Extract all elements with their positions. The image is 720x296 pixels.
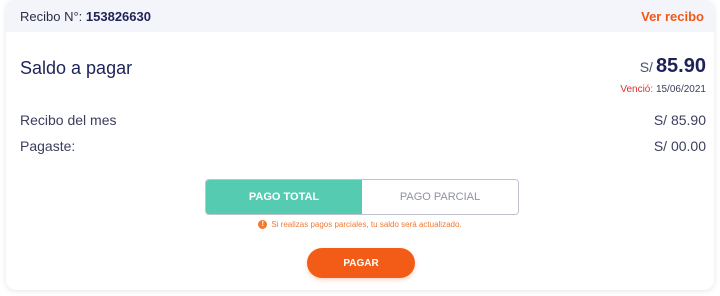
month-receipt-label: Recibo del mes	[20, 112, 117, 128]
due-label: Venció:	[620, 84, 654, 95]
amount-value: 85.90	[655, 55, 706, 77]
partial-payment-option[interactable]: PAGO PARCIAL	[362, 180, 518, 214]
currency-symbol: S/	[639, 59, 653, 75]
receipt-number: 153826630	[85, 9, 151, 24]
view-receipt-link[interactable]: Ver recibo	[641, 9, 704, 24]
paid-label: Pagaste:	[20, 138, 76, 154]
note-text: Si realizas pagos parciales, tu saldo se…	[271, 220, 462, 229]
receipt-label-text: Recibo N°:	[20, 9, 83, 24]
receipt-number-label: Recibo N°: 153826630	[20, 9, 151, 24]
payment-card: Recibo N°: 153826630 Ver recibo Saldo a …	[6, 0, 714, 290]
paid-value: S/ 00.00	[653, 138, 706, 154]
partial-payment-note: ! Si realizas pagos parciales, tu saldo …	[6, 220, 714, 229]
due-date-value: 15/06/2021	[655, 84, 706, 95]
exclamation-icon: !	[258, 220, 268, 229]
payment-type-toggle: PAGO TOTAL PAGO PARCIAL	[205, 179, 519, 215]
balance-amount: S/85.90	[640, 55, 706, 78]
month-receipt-value: S/ 85.90	[653, 112, 706, 128]
balance-title: Saldo a pagar	[20, 58, 133, 78]
pay-button[interactable]: PAGAR	[307, 248, 415, 278]
due-date: Venció: 15/06/2021	[620, 84, 706, 95]
receipt-header: Recibo N°: 153826630 Ver recibo	[6, 0, 714, 32]
total-payment-option[interactable]: PAGO TOTAL	[206, 180, 362, 214]
